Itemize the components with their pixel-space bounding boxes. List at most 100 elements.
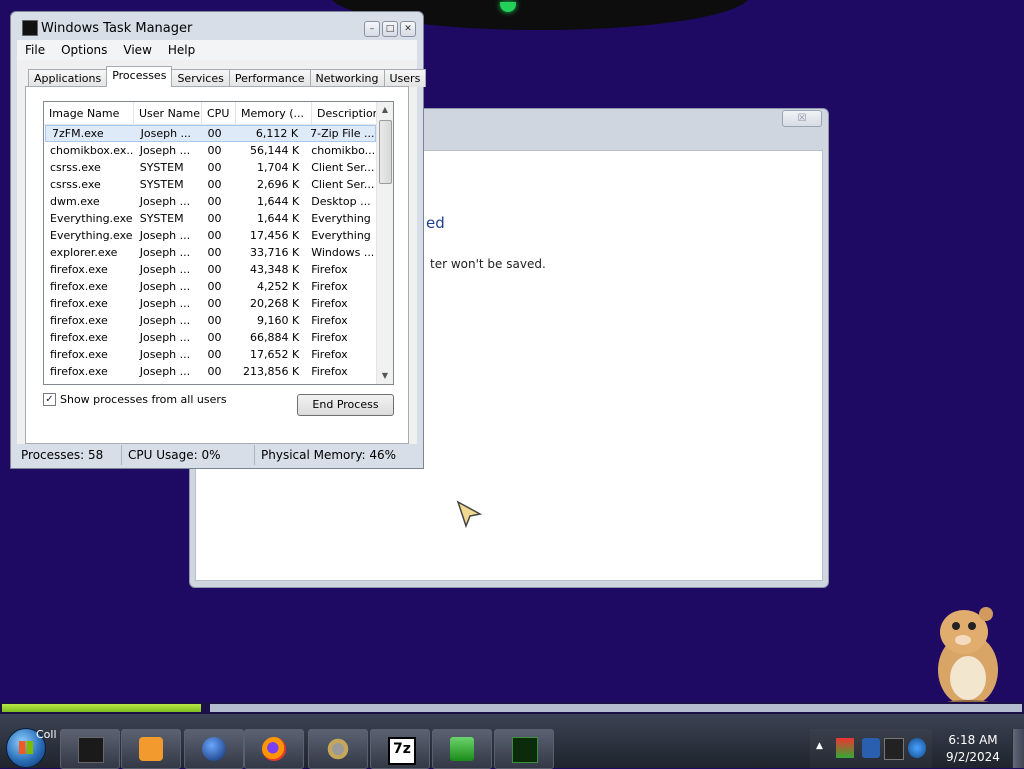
- scrollbar-thumb[interactable]: [379, 120, 392, 184]
- media-player-icon: [139, 737, 163, 761]
- table-row[interactable]: Everything.exe Joseph ... 00 17,456 K Everyt…: [44, 227, 377, 244]
- progress-fill: [2, 704, 201, 712]
- menu-file[interactable]: File: [17, 40, 53, 60]
- table-row[interactable]: dwm.exe Joseph ... 00 1,644 K Desktop ...: [44, 193, 377, 210]
- process-list[interactable]: Image Name User Name CPU Memory (... Des…: [43, 101, 394, 385]
- table-row[interactable]: firefox.exe Joseph ... 00 4,252 K Firefox: [44, 278, 377, 295]
- vertical-scrollbar[interactable]: ▲ ▼: [376, 102, 393, 384]
- end-process-button[interactable]: End Process: [297, 394, 394, 416]
- volume-icon[interactable]: [908, 738, 926, 758]
- cell-description: Firefox: [311, 365, 348, 378]
- tab-strip: Applications Processes Services Performa…: [28, 66, 427, 87]
- system-tray: ▲: [810, 729, 932, 768]
- processes-panel: Image Name User Name CPU Memory (... Des…: [25, 86, 409, 444]
- menu-options[interactable]: Options: [53, 40, 115, 60]
- cell-memory: 2,696 K: [257, 178, 300, 191]
- cell-cpu: 00: [207, 314, 222, 327]
- cell-user-name: Joseph ...: [139, 263, 191, 276]
- column-memory[interactable]: Memory (...: [236, 102, 312, 124]
- cell-image-name: firefox.exe: [50, 280, 108, 293]
- checkbox-box[interactable]: ✓: [43, 393, 56, 406]
- tray-app-icon[interactable]: [836, 738, 854, 758]
- taskbar-button-task-manager[interactable]: [494, 729, 554, 769]
- scroll-up-icon[interactable]: ▲: [377, 102, 393, 118]
- green-led-icon: [500, 2, 516, 12]
- cell-description: Firefox: [311, 280, 348, 293]
- cell-cpu: 00: [207, 331, 222, 344]
- column-image-name[interactable]: Image Name: [44, 102, 134, 124]
- close-icon[interactable]: ☒: [782, 110, 822, 127]
- minimize-button[interactable]: –: [364, 21, 380, 37]
- taskbar-button-firefox[interactable]: [244, 729, 304, 769]
- taskbar-button-media[interactable]: [121, 729, 181, 769]
- cell-image-name: firefox.exe: [50, 365, 108, 378]
- table-row[interactable]: csrss.exe SYSTEM 00 1,704 K Client Ser...: [44, 159, 377, 176]
- firefox-icon: [262, 737, 286, 761]
- cell-user-name: SYSTEM: [139, 178, 184, 191]
- scroll-down-icon[interactable]: ▼: [377, 368, 393, 384]
- table-row[interactable]: firefox.exe Joseph ... 00 43,348 K Firefox: [44, 261, 377, 278]
- window-title: Windows Task Manager: [41, 21, 193, 36]
- taskbar-button-globe[interactable]: [184, 729, 244, 769]
- tab-applications[interactable]: Applications: [28, 69, 108, 87]
- cell-memory: 17,652 K: [250, 348, 300, 361]
- cell-image-name: firefox.exe: [50, 331, 108, 344]
- list-header: Image Name User Name CPU Memory (... Des…: [44, 102, 377, 125]
- green-app-icon: [450, 737, 474, 761]
- tab-networking[interactable]: Networking: [309, 69, 385, 87]
- cell-cpu: 00: [207, 263, 222, 276]
- cell-image-name: firefox.exe: [50, 297, 108, 310]
- status-cpu: CPU Usage: 0%: [122, 445, 255, 465]
- show-desktop-button[interactable]: [1012, 729, 1024, 768]
- menu-view[interactable]: View: [115, 40, 159, 60]
- cell-memory: 56,144 K: [250, 144, 300, 157]
- taskbar-button-green[interactable]: [432, 729, 492, 769]
- close-button[interactable]: ✕: [400, 21, 416, 37]
- maximize-button[interactable]: □: [382, 21, 398, 37]
- table-row[interactable]: chomikbox.ex... Joseph ... 00 56,144 K chomi…: [44, 142, 377, 159]
- cell-cpu: 00: [207, 144, 222, 157]
- menu-bar: File Options View Help: [17, 40, 417, 60]
- cell-cpu: 00: [207, 195, 222, 208]
- cell-cpu: 00: [207, 280, 222, 293]
- table-row[interactable]: firefox.exe Joseph ... 00 9,160 K Firefox: [44, 312, 377, 329]
- tab-performance[interactable]: Performance: [228, 69, 311, 87]
- table-row[interactable]: firefox.exe Joseph ... 00 66,884 K Firefox: [44, 329, 377, 346]
- clock[interactable]: 6:18 AM 9/2/2024: [938, 732, 1008, 766]
- column-description[interactable]: Description: [312, 102, 377, 124]
- menu-help[interactable]: Help: [160, 40, 203, 60]
- cell-image-name: csrss.exe: [50, 161, 101, 174]
- show-hidden-icons-icon[interactable]: ▲: [816, 741, 823, 751]
- cell-image-name: firefox.exe: [50, 263, 108, 276]
- cell-user-name: Joseph ...: [139, 314, 191, 327]
- cell-user-name: Joseph ...: [140, 127, 192, 140]
- table-row[interactable]: explorer.exe Joseph ... 00 33,716 K Windows …: [44, 244, 377, 261]
- black-box-icon: [78, 737, 104, 763]
- taskbar-button-app1[interactable]: [60, 729, 120, 769]
- table-row[interactable]: firefox.exe Joseph ... 00 20,268 K Firefox: [44, 295, 377, 312]
- table-row[interactable]: firefox.exe Joseph ... 00 17,652 K Firefox: [44, 346, 377, 363]
- network-icon[interactable]: [862, 738, 880, 758]
- cell-cpu: 00: [207, 297, 222, 310]
- tab-users[interactable]: Users: [383, 69, 427, 87]
- column-cpu[interactable]: CPU: [202, 102, 236, 124]
- taskbar-button-7zip[interactable]: 7z: [370, 729, 430, 769]
- monitor-icon[interactable]: [884, 738, 904, 760]
- taskbar-button-gears[interactable]: [308, 729, 368, 769]
- show-all-users-checkbox[interactable]: ✓ Show processes from all users: [43, 393, 227, 406]
- table-row[interactable]: 7zFM.exe Joseph ... 00 6,112 K 7-Zip File ..…: [45, 125, 376, 142]
- cell-user-name: Joseph ...: [139, 365, 191, 378]
- list-rows: 7zFM.exe Joseph ... 00 6,112 K 7-Zip File ..…: [44, 125, 377, 380]
- dialog-body-fragment: ter won't be saved.: [430, 257, 546, 271]
- cell-image-name: explorer.exe: [50, 246, 118, 259]
- table-row[interactable]: csrss.exe SYSTEM 00 2,696 K Client Ser...: [44, 176, 377, 193]
- tab-services[interactable]: Services: [171, 69, 230, 87]
- table-row[interactable]: firefox.exe Joseph ... 00 213,856 K Firefox: [44, 363, 377, 380]
- tab-processes[interactable]: Processes: [106, 66, 173, 87]
- cell-memory: 66,884 K: [250, 331, 300, 344]
- title-bar[interactable]: Windows Task Manager – □ ✕: [11, 12, 423, 38]
- table-row[interactable]: Everything.exe SYSTEM 00 1,644 K Everything: [44, 210, 377, 227]
- cell-memory: 213,856 K: [243, 365, 300, 378]
- column-user-name[interactable]: User Name: [134, 102, 202, 124]
- cell-description: Firefox: [311, 331, 348, 344]
